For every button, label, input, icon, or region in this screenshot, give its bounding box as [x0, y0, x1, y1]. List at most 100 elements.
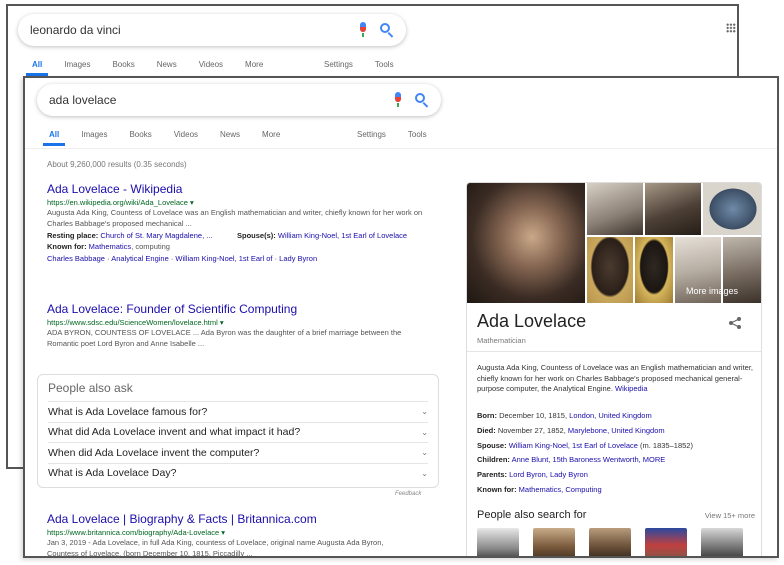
search-icon[interactable] — [380, 23, 394, 38]
feedback-link[interactable]: Feedback — [395, 491, 421, 497]
fact-link[interactable]: Church of St. Mary Magdalene, ... — [100, 231, 212, 240]
fact-link[interactable]: William King-Noel, 1st Earl of Lovelace — [509, 441, 638, 450]
search-result: Ada Lovelace | Biography & Facts | Brita… — [47, 512, 437, 558]
tab-news[interactable]: News — [157, 60, 177, 76]
tab-more[interactable]: More — [262, 130, 280, 146]
related-person-thumbnail[interactable] — [533, 528, 575, 556]
result-url: https://www.sdsc.edu/ScienceWomen/lovela… — [47, 318, 224, 327]
tabs-divider — [25, 148, 777, 149]
fact-link[interactable]: Marylebone, United Kingdom — [568, 426, 665, 435]
entity-description: Augusta Ada King, Countess of Lovelace w… — [477, 363, 755, 395]
fact-parents: Parents: Lord Byron, Lady Byron — [477, 468, 757, 483]
search-result: Ada Lovelace: Founder of Scientific Comp… — [47, 302, 427, 349]
portrait-thumbnail[interactable] — [635, 237, 673, 303]
fact-link[interactable]: London, United Kingdom — [569, 411, 652, 420]
people-also-search-header: People also search for View 15+ more — [477, 509, 755, 521]
search-box[interactable]: ada lovelace — [37, 84, 441, 116]
fact-link[interactable]: Anne Blunt, 15th Baroness Wentworth, MOR… — [512, 455, 666, 464]
related-person-thumbnail[interactable] — [645, 528, 687, 556]
tab-news[interactable]: News — [220, 130, 240, 146]
paa-question[interactable]: What is Ada Lovelace famous for? ⌄ — [48, 401, 428, 422]
search-input[interactable]: leonardo da vinci — [30, 23, 358, 37]
result-title-link[interactable]: Ada Lovelace - Wikipedia — [47, 182, 427, 197]
tab-more[interactable]: More — [245, 60, 263, 76]
search-tabs: All Images Books Videos News More — [42, 130, 302, 146]
fact-link[interactable]: Mathematics — [89, 242, 132, 253]
panel-divider — [467, 351, 761, 352]
fact-link[interactable]: Mathematics, Computing — [519, 485, 602, 494]
result-facts: Resting place: Church of St. Mary Magdal… — [47, 231, 427, 242]
search-tabs: All Images Books News Videos More — [25, 60, 285, 76]
people-also-search-list — [477, 528, 757, 556]
related-person-thumbnail[interactable] — [701, 528, 743, 556]
people-also-ask: People also ask What is Ada Lovelace fam… — [37, 374, 439, 488]
tab-videos[interactable]: Videos — [174, 130, 198, 146]
search-icon[interactable] — [415, 93, 429, 108]
tab-all[interactable]: All — [42, 130, 66, 146]
paa-question[interactable]: What is Ada Lovelace Day? ⌄ — [48, 462, 428, 484]
result-snippet-continued: Countess of Lovelace, (born December 10,… — [47, 548, 253, 558]
fact-label: Died: — [477, 425, 496, 435]
search-tools: Settings Tools — [324, 60, 416, 76]
fact-spouse: Spouse(s): William King-Noel, 1st Earl o… — [237, 231, 417, 242]
entity-subtitle: Mathematician — [477, 336, 526, 345]
tab-books[interactable]: Books — [129, 130, 151, 146]
paa-question-text: What is Ada Lovelace Day? — [48, 467, 177, 480]
related-person-thumbnail[interactable] — [477, 528, 519, 556]
search-box[interactable]: leonardo da vinci — [18, 14, 406, 46]
result-snippet: ADA BYRON, COUNTESS OF LOVELACE ... Ada … — [47, 328, 402, 348]
tab-images[interactable]: Images — [64, 60, 90, 76]
paa-question-text: When did Ada Lovelace invent the compute… — [48, 446, 260, 459]
portrait-thumbnail[interactable] — [645, 183, 701, 235]
fact-died: Died: November 27, 1852, Marylebone, Uni… — [477, 424, 757, 439]
microphone-icon[interactable] — [358, 22, 368, 38]
wikipedia-link[interactable]: Wikipedia — [615, 384, 648, 393]
portrait-thumbnail[interactable] — [703, 183, 761, 235]
fact-link[interactable]: Lord Byron, Lady Byron — [509, 470, 588, 479]
share-icon[interactable] — [728, 316, 742, 330]
tools-link[interactable]: Tools — [375, 60, 394, 76]
people-also-search-title: People also search for — [477, 509, 587, 521]
chevron-down-icon: ⌄ — [421, 407, 428, 417]
portrait-thumbnail[interactable] — [587, 237, 633, 303]
front-browser-window: ada lovelace All Images Books Videos New… — [23, 76, 779, 558]
fact-resting-place: Resting place: Church of St. Mary Magdal… — [47, 231, 237, 242]
fact-label: Spouse: — [477, 440, 507, 450]
tab-books[interactable]: Books — [112, 60, 134, 76]
microphone-icon[interactable] — [393, 92, 403, 108]
fact-label: Born: — [477, 411, 497, 420]
settings-link[interactable]: Settings — [324, 60, 353, 76]
portrait-thumbnail[interactable] — [587, 183, 643, 235]
result-sitelinks[interactable]: Charles Babbage · Analytical Engine · Wi… — [47, 254, 427, 265]
settings-link[interactable]: Settings — [357, 130, 386, 146]
search-input[interactable]: ada lovelace — [49, 93, 393, 107]
fact-link[interactable]: William King-Noel, 1st Earl of Lovelace — [278, 231, 407, 240]
fact-rest: , computing — [131, 241, 170, 251]
result-url-text: https://en.wikipedia.org/wiki/Ada_Lovela… — [47, 198, 188, 207]
paa-heading: People also ask — [48, 381, 133, 395]
fact-known-for: Known for: Mathematics, Computing — [477, 483, 757, 498]
related-person-thumbnail[interactable] — [589, 528, 631, 556]
fact-known-for: Known for: Mathematics , computing — [47, 242, 427, 253]
paa-question-text: What did Ada Lovelace invent and what im… — [48, 426, 301, 439]
tab-videos[interactable]: Videos — [199, 60, 223, 76]
apps-grid-icon[interactable] — [726, 23, 736, 33]
image-gallery[interactable]: More images — [467, 183, 761, 303]
fact-label: Known for: — [47, 241, 87, 251]
paa-question[interactable]: What did Ada Lovelace invent and what im… — [48, 421, 428, 443]
view-more-link[interactable]: View 15+ more — [705, 511, 755, 520]
tab-images[interactable]: Images — [81, 130, 107, 146]
result-title-link[interactable]: Ada Lovelace | Biography & Facts | Brita… — [47, 512, 437, 527]
search-result: Ada Lovelace - Wikipedia https://en.wiki… — [47, 182, 427, 265]
tab-all[interactable]: All — [25, 60, 49, 76]
result-url-text: https://www.sdsc.edu/ScienceWomen/lovela… — [47, 318, 218, 327]
search-tools: Settings Tools — [357, 130, 449, 146]
more-images-link[interactable]: More images — [686, 286, 738, 296]
portrait-main[interactable] — [467, 183, 585, 303]
paa-question[interactable]: When did Ada Lovelace invent the compute… — [48, 442, 428, 463]
tools-link[interactable]: Tools — [408, 130, 427, 146]
result-url: https://en.wikipedia.org/wiki/Ada_Lovela… — [47, 198, 194, 207]
paa-question-text: What is Ada Lovelace famous for? — [48, 405, 208, 418]
fact-label: Parents: — [477, 470, 508, 480]
result-title-link[interactable]: Ada Lovelace: Founder of Scientific Comp… — [47, 302, 427, 317]
